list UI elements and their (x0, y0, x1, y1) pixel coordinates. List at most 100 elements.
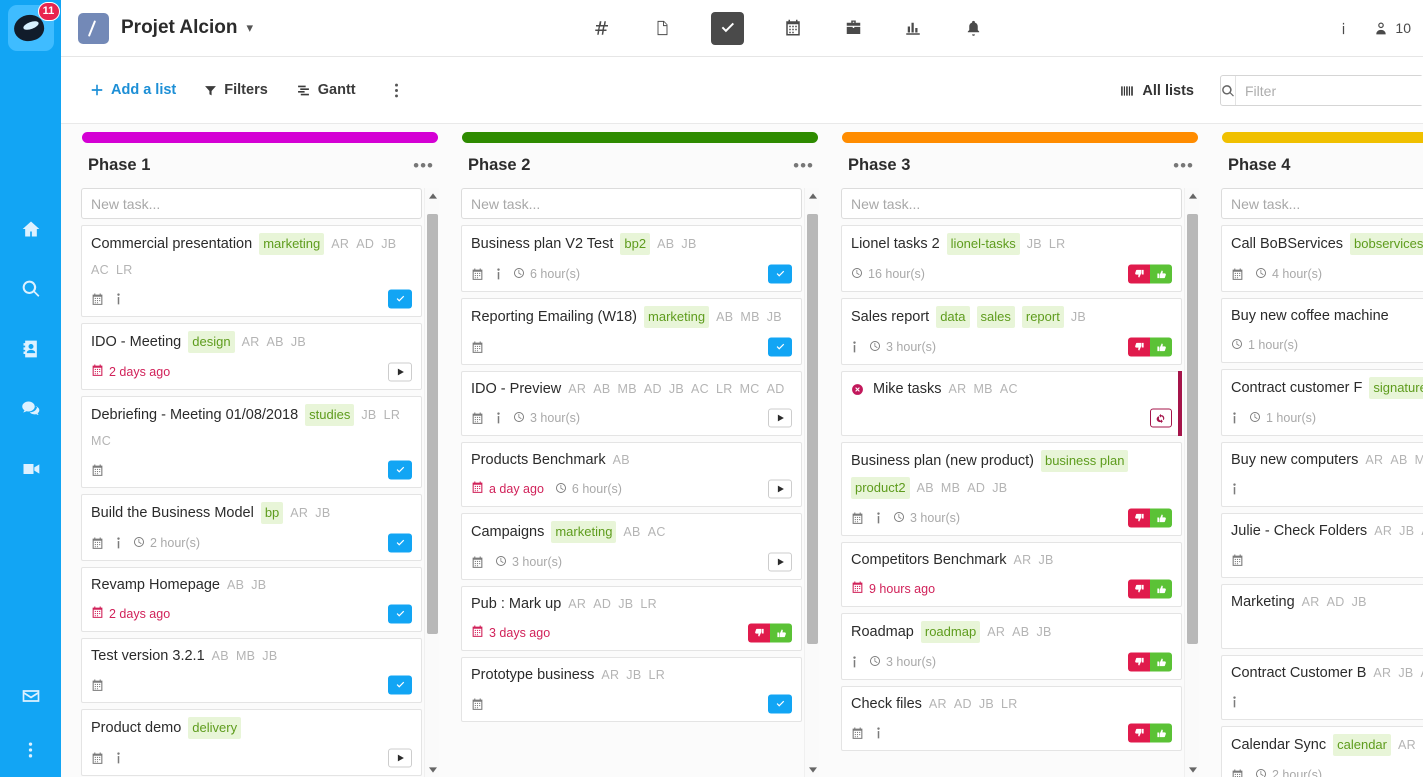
filter-input[interactable] (1236, 76, 1423, 105)
calendar-icon[interactable] (471, 268, 484, 281)
task-card[interactable]: Build the Business ModelbpARJB2 hour(s) (81, 494, 422, 561)
chart-icon[interactable] (902, 17, 924, 39)
task-assignee[interactable]: AB (613, 450, 630, 470)
all-lists-button[interactable]: All lists (1120, 83, 1194, 99)
task-card[interactable]: Prototype businessARJBLR (461, 657, 802, 722)
info-icon[interactable] (495, 412, 502, 425)
task-card[interactable]: Competitors BenchmarkARJB9 hours ago (841, 542, 1182, 607)
task-assignee[interactable]: MC (740, 379, 760, 399)
thumbs-down-button[interactable] (1128, 724, 1150, 743)
task-card[interactable]: Reporting Emailing (W18)marketingABMBJB (461, 298, 802, 365)
task-assignee[interactable]: LR (648, 665, 665, 685)
scrollbar-thumb[interactable] (807, 214, 818, 644)
task-assignee[interactable]: MB (740, 307, 759, 327)
task-assignee[interactable]: JB (291, 332, 306, 352)
complete-task-button[interactable] (388, 676, 412, 695)
chevron-down-icon[interactable]: ▾ (246, 20, 253, 36)
task-assignee[interactable]: AR (568, 379, 586, 399)
calendar-icon[interactable] (782, 17, 804, 39)
complete-task-button[interactable] (388, 290, 412, 309)
task-assignee[interactable]: AD (954, 694, 972, 714)
task-assignee[interactable]: AB (716, 307, 733, 327)
column-scrollbar[interactable] (424, 188, 439, 777)
search-icon[interactable] (18, 276, 44, 302)
task-assignee[interactable]: MB (973, 379, 992, 399)
filter-search-box[interactable] (1220, 75, 1423, 106)
task-assignee[interactable]: AB (267, 332, 284, 352)
task-card[interactable]: Lionel tasks 2lionel-tasksJBLR16 hour(s) (841, 225, 1182, 292)
task-card[interactable]: Mike tasksARMBAC (841, 371, 1182, 436)
task-assignee[interactable]: AR (1398, 735, 1416, 755)
task-tag[interactable]: studies (305, 404, 354, 426)
task-tag[interactable]: marketing (551, 521, 616, 543)
scrollbar-thumb[interactable] (1187, 214, 1198, 644)
task-assignee[interactable]: JB (1039, 550, 1054, 570)
mail-icon[interactable] (18, 683, 44, 709)
video-icon[interactable] (18, 456, 44, 482)
calendar-icon[interactable] (471, 412, 484, 425)
start-task-button[interactable] (768, 480, 792, 499)
task-card[interactable]: Business plan V2 Testbp2ABJB6 hour(s) (461, 225, 802, 292)
task-assignee[interactable]: AD (1327, 592, 1345, 612)
task-assignee[interactable]: AR (331, 234, 349, 254)
calendar-icon[interactable] (851, 512, 864, 525)
task-card[interactable]: Test version 3.2.1ABMBJB (81, 638, 422, 703)
start-task-button[interactable] (388, 363, 412, 382)
task-assignee[interactable]: MB (236, 646, 255, 666)
new-task-input[interactable] (461, 188, 802, 219)
task-assignee[interactable]: JB (1027, 234, 1042, 254)
thumbs-up-button[interactable] (1150, 265, 1172, 284)
info-icon[interactable] (875, 512, 882, 525)
task-assignee[interactable]: AR (1014, 550, 1032, 570)
task-tag[interactable]: marketing (259, 233, 324, 255)
complete-task-button[interactable] (388, 605, 412, 624)
start-task-button[interactable] (768, 553, 792, 572)
task-assignee[interactable]: JB (251, 575, 266, 595)
task-tag[interactable]: lionel-tasks (947, 233, 1020, 255)
toolbar-more-icon[interactable] (394, 82, 399, 99)
add-list-button[interactable]: Add a list (90, 82, 176, 98)
thumbs-down-button[interactable] (1128, 653, 1150, 672)
task-assignee[interactable]: AB (1390, 450, 1407, 470)
thumbs-up-button[interactable] (1150, 724, 1172, 743)
filters-button[interactable]: Filters (204, 82, 268, 98)
task-assignee[interactable]: AB (623, 522, 640, 542)
task-assignee[interactable]: JB (618, 594, 633, 614)
task-assignee[interactable]: MC (91, 431, 111, 451)
scroll-down-arrow-icon[interactable] (805, 762, 819, 777)
calendar-icon[interactable] (851, 727, 864, 740)
task-assignee[interactable]: AR (568, 594, 586, 614)
chat-icon[interactable] (18, 396, 44, 422)
task-card[interactable]: Check filesARADJBLR (841, 686, 1182, 751)
task-tag[interactable]: report (1022, 306, 1064, 328)
task-card[interactable]: IDO - PreviewARABMBADJBACLRMCAD3 hour(s) (461, 371, 802, 436)
thumbs-down-button[interactable] (1128, 580, 1150, 599)
scroll-up-arrow-icon[interactable] (425, 188, 439, 203)
task-tag[interactable]: roadmap (921, 621, 980, 643)
bell-icon[interactable] (962, 17, 984, 39)
task-assignee[interactable]: JB (1036, 622, 1051, 642)
task-assignee[interactable]: AR (290, 503, 308, 523)
task-card[interactable]: MarketingARADJB (1221, 584, 1423, 649)
calendar-icon[interactable] (91, 464, 104, 477)
thumbs-down-button[interactable] (1128, 509, 1150, 528)
task-assignee[interactable]: AB (212, 646, 229, 666)
task-assignee[interactable]: JB (626, 665, 641, 685)
task-assignee[interactable]: LR (640, 594, 657, 614)
tasks-check-icon[interactable] (711, 12, 744, 45)
info-icon[interactable] (1231, 483, 1238, 496)
task-tag[interactable]: signature (1369, 377, 1423, 399)
task-card[interactable]: CampaignsmarketingABAC3 hour(s) (461, 513, 802, 580)
task-assignee[interactable]: AR (949, 379, 967, 399)
task-assignee[interactable]: AB (657, 234, 674, 254)
task-card[interactable]: Revamp HomepageABJB2 days ago (81, 567, 422, 632)
task-card[interactable]: Products BenchmarkABa day ago6 hour(s) (461, 442, 802, 507)
info-icon[interactable] (495, 268, 502, 281)
new-task-input[interactable] (1221, 188, 1423, 219)
gantt-button[interactable]: Gantt (296, 82, 356, 98)
task-card[interactable]: Call BoBServicesbobservices4 hour(s) (1221, 225, 1423, 292)
task-tag[interactable]: bp2 (620, 233, 650, 255)
task-assignee[interactable]: JB (767, 307, 782, 327)
column-menu-icon[interactable]: ••• (413, 162, 434, 170)
task-assignee[interactable]: JB (1071, 307, 1086, 327)
